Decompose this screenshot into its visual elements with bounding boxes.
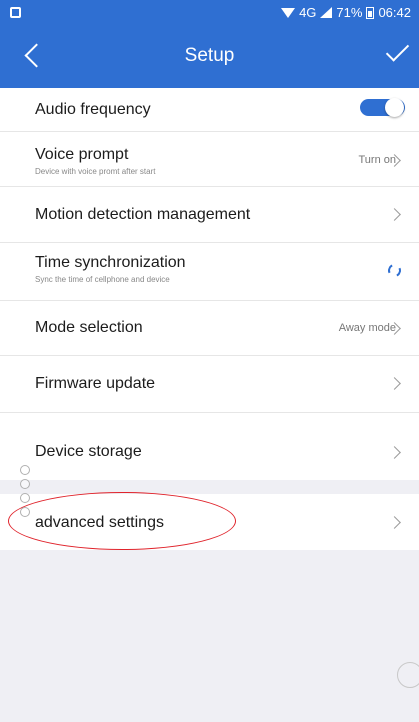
setting-voice-prompt[interactable]: Voice prompt Device with voice promt aft… [0, 132, 419, 186]
toggle-knob [385, 98, 404, 117]
chevron-right-icon [388, 516, 401, 529]
chevron-right-icon [388, 377, 401, 390]
network-type: 4G [299, 5, 317, 20]
setting-subtitle: Sync the time of cellphone and device [35, 275, 170, 284]
setting-device-storage[interactable]: Device storage [0, 413, 419, 480]
setting-firmware-update[interactable]: Firmware update [0, 356, 419, 412]
setting-label: Audio frequency [35, 101, 151, 118]
setting-time-synchronization[interactable]: Time synchronization Sync the time of ce… [0, 243, 419, 300]
battery-icon [366, 6, 375, 19]
red-annotation-ellipse [8, 492, 236, 550]
overlay-ring-icon [20, 507, 30, 517]
status-bar: 4G 71% 06:42 [0, 0, 419, 25]
setting-motion-detection[interactable]: Motion detection management [0, 187, 419, 242]
clock: 06:42 [378, 5, 411, 20]
chevron-right-icon [388, 208, 401, 221]
setting-subtitle: Device with voice promt after start [35, 167, 156, 176]
overlay-ring-icon [20, 479, 30, 489]
setting-mode-selection[interactable]: Mode selection Away mode [0, 301, 419, 355]
setting-label: Voice prompt [35, 146, 129, 163]
setting-label: Mode selection [35, 319, 143, 336]
page-title: Setup [184, 45, 235, 66]
setting-label: Device storage [35, 443, 142, 460]
sync-icon[interactable] [386, 262, 403, 279]
chevron-right-icon [388, 446, 401, 459]
setting-label: Firmware update [35, 375, 156, 392]
setting-label: Motion detection management [35, 206, 251, 223]
overlay-ring-icon [20, 493, 30, 503]
app-notification-icon [10, 7, 21, 18]
battery-percent: 71% [336, 5, 363, 20]
setting-label: Time synchronization [35, 254, 186, 271]
signal-icon [320, 7, 333, 18]
settings-list: Audio frequency Voice prompt Device with… [0, 88, 419, 480]
setting-audio-frequency[interactable]: Audio frequency [0, 88, 419, 131]
overlay-ring-icon [20, 465, 30, 475]
wifi-icon [281, 7, 296, 18]
audio-frequency-toggle[interactable] [360, 98, 405, 117]
assistive-touch-icon[interactable] [397, 662, 419, 688]
title-bar: Setup [0, 25, 419, 88]
